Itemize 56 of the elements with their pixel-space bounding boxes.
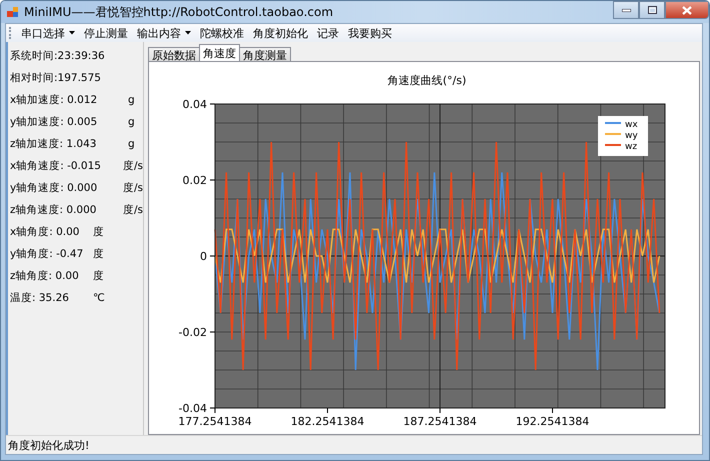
x-tick-label: 192.2541384 xyxy=(516,415,590,428)
menu-item[interactable]: 角度初始化 xyxy=(249,26,312,40)
tab[interactable]: 角度测量 xyxy=(239,47,291,61)
x-tick-label: 182.2541384 xyxy=(290,415,364,428)
reading-text: x轴角度: 0.00 xyxy=(10,225,80,239)
x-tick-label: 187.2541384 xyxy=(403,415,477,428)
menu-item[interactable]: 陀螺校准 xyxy=(196,26,248,40)
unit-label: g xyxy=(128,116,135,128)
y-tick-label: -0.02 xyxy=(178,326,207,339)
unit-label: 度/s xyxy=(122,181,143,195)
unit-label: 度/s xyxy=(122,203,143,217)
reading-text: 系统时间:23:39:36 xyxy=(10,49,105,63)
maximize-button[interactable] xyxy=(639,1,665,19)
app-icon xyxy=(7,6,19,18)
menu-item[interactable]: 串口选择 xyxy=(17,26,79,40)
reading-text: x轴加速度: 0.012 xyxy=(10,93,98,107)
unit-label: ℃ xyxy=(93,292,105,304)
chart-title: 角速度曲线(°/s) xyxy=(388,74,466,87)
window-title: MiniIMU——君悦智控http://RobotControl.taobao.com xyxy=(24,4,334,20)
reading-text: x轴角速度: -0.015 xyxy=(10,159,102,173)
unit-label: 度/s xyxy=(122,159,143,173)
reading-text: z轴角度: 0.00 xyxy=(10,269,80,283)
reading-text: z轴角速度: 0.000 xyxy=(10,203,98,217)
y-tick-label: -0.04 xyxy=(178,402,207,415)
minimize-icon xyxy=(622,8,630,12)
toolbar-grip xyxy=(9,27,13,39)
y-tick-label: 0.02 xyxy=(182,174,207,187)
y-tick-label: 0 xyxy=(200,250,207,263)
close-icon xyxy=(682,6,692,14)
unit-label: g xyxy=(128,94,135,106)
close-button[interactable] xyxy=(665,1,709,19)
menu-item[interactable]: 记录 xyxy=(313,26,343,40)
unit-label: g xyxy=(128,138,135,150)
unit-label: 度 xyxy=(93,225,104,239)
reading-text: 相对时间:197.575 xyxy=(10,71,101,85)
unit-label: 度 xyxy=(93,269,104,283)
reading-text: z轴加速度: 1.043 xyxy=(10,137,98,151)
chart-legend xyxy=(598,116,648,156)
tab[interactable]: 原始数据 xyxy=(148,47,200,61)
reading-text: 温度: 35.26 xyxy=(10,291,70,305)
menu-item[interactable]: 输出内容 xyxy=(133,26,195,40)
menu-item[interactable]: 停止测量 xyxy=(80,26,132,40)
menu-item[interactable]: 我要购买 xyxy=(344,26,396,40)
reading-text: y轴角度: -0.47 xyxy=(10,247,84,261)
legend-label: wx xyxy=(625,120,638,130)
legend-label: wy xyxy=(625,131,638,141)
x-tick-label: 177.2541384 xyxy=(178,415,252,428)
reading-text: y轴角速度: 0.000 xyxy=(10,181,98,195)
tab[interactable]: 角速度 xyxy=(199,44,240,61)
unit-label: 度 xyxy=(93,247,104,261)
reading-text: y轴加速度: 0.005 xyxy=(10,115,98,129)
minimize-button[interactable] xyxy=(613,1,639,19)
legend-label: wz xyxy=(625,142,638,152)
y-tick-label: 0.04 xyxy=(182,98,207,111)
status-text: 角度初始化成功! xyxy=(8,438,90,452)
maximize-icon xyxy=(648,6,656,14)
